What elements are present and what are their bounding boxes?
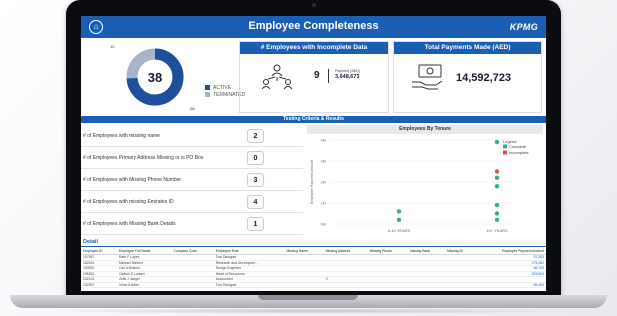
status-donut-chart[interactable]: 38: [115, 45, 195, 109]
table-row[interactable]: 232307 Vince A Adler Tool Designer 56,063: [81, 282, 546, 288]
donut-label-top: 10: [110, 44, 115, 49]
table-cell: 232307: [81, 282, 117, 288]
table-cell: Tool Designer: [213, 282, 285, 288]
dashboard-screen: ⌂ Employee Completeness KPMG 38 10 28 AC…: [81, 16, 546, 291]
legend-swatch-terminated: [205, 92, 210, 98]
detail-table: Employee ID Employee Full Name Company C…: [81, 248, 546, 288]
scatter-point-complete[interactable]: [494, 184, 500, 189]
y-tick-label: 0M: [320, 222, 326, 227]
detail-table-body: 127957 Rafe F Lopez Tool Designer 57,553 182…: [81, 254, 546, 288]
donut-center-value: 38: [148, 70, 162, 85]
kpmg-logo: KPMG: [509, 22, 538, 32]
table-cell: 56,063: [475, 282, 546, 288]
laptop-shadow: [40, 308, 577, 314]
legend-swatch-active: [205, 85, 210, 91]
x-tick-label: 10+ YEARS: [486, 228, 508, 233]
criteria-text: # of Employees with missing name: [83, 133, 160, 139]
scatter-point-complete[interactable]: [494, 139, 500, 145]
x-tick-label: 5-10 YEARS: [388, 228, 411, 233]
laptop-scene: ⌂ Employee Completeness KPMG 38 10 28 AC…: [0, 0, 617, 316]
total-payments-card: Total Payments Made (AED) 14,592,723: [393, 41, 542, 113]
y-axis-label: Employee Payment Amount: [310, 160, 314, 204]
criteria-count-badge: 1: [247, 217, 264, 231]
scatter-point-complete[interactable]: [396, 209, 402, 214]
table-cell: [407, 282, 446, 288]
table-cell: [171, 282, 214, 288]
table-cell: [284, 282, 324, 288]
page-title: Employee Completeness: [248, 20, 379, 32]
criteria-text: # of Employees with Missing Phone Number: [83, 177, 182, 183]
donut-label-bottom: 28: [190, 106, 195, 111]
testing-criteria-band: Testing Criteria & Results: [81, 116, 546, 123]
legend-swatch-incomplete: [503, 150, 507, 155]
criteria-count-badge: 2: [247, 129, 264, 143]
payment-label: Payment (AED): [335, 69, 360, 73]
tenure-chart-panel: Employees By Tenure 4M 3M 2M 1M 0M Employee P…: [307, 125, 543, 237]
payment-value: 3,648,673: [335, 74, 360, 80]
legend-label-incomplete[interactable]: Incomplete: [509, 150, 529, 155]
camera-icon: [312, 3, 316, 7]
scatter-point-complete[interactable]: [396, 217, 402, 222]
dashboard-header: ⌂ Employee Completeness KPMG: [81, 16, 546, 38]
tenure-scatter-chart[interactable]: 4M 3M 2M 1M 0M Employee Payment Amount 5-10 YE…: [307, 134, 543, 237]
criteria-row-missing-bank[interactable]: # of Employees with Missing Bank Details…: [81, 213, 303, 235]
legend-swatch-complete: [503, 144, 507, 149]
total-payments-value: 14,592,723: [456, 72, 512, 84]
criteria-count-badge: 0: [247, 151, 264, 165]
y-tick-label: 1M: [320, 201, 326, 206]
tenure-chart-title: Employees By Tenure: [307, 125, 543, 134]
y-tick-label: 3M: [320, 159, 326, 164]
criteria-text: # of Employees Primary Address Missing o…: [83, 155, 204, 161]
scatter-point-complete[interactable]: [494, 217, 500, 222]
legend-label-active: ACTIVE: [213, 85, 232, 91]
legend-label-complete[interactable]: Complete: [509, 144, 527, 149]
incomplete-data-card: # Employees with Incomplete Data 9 Payme…: [239, 41, 389, 113]
criteria-row-missing-name[interactable]: # of Employees with missing name 2: [81, 125, 303, 147]
table-cell: [367, 282, 408, 288]
criteria-row-missing-phone[interactable]: # of Employees with Missing Phone Number…: [81, 169, 303, 191]
users-network-icon: [261, 64, 293, 90]
table-cell: [323, 282, 368, 288]
criteria-count-badge: 4: [247, 195, 264, 209]
money-hand-icon: [412, 64, 443, 90]
incomplete-card-title: # Employees with Incomplete Data: [240, 42, 388, 54]
incomplete-count: 9: [314, 70, 320, 81]
scatter-point-complete[interactable]: [494, 175, 500, 180]
table-cell: [445, 282, 476, 288]
scatter-point-complete[interactable]: [494, 211, 500, 216]
scatter-point-complete[interactable]: [494, 202, 500, 208]
payments-card-title: Total Payments Made (AED): [394, 42, 541, 54]
y-tick-label: 4M: [320, 138, 326, 143]
scatter-point-incomplete[interactable]: [494, 169, 500, 174]
criteria-count-badge: 3: [247, 173, 264, 187]
y-tick-label: 2M: [320, 180, 326, 185]
detail-divider: [81, 246, 546, 247]
criteria-row-missing-address[interactable]: # of Employees Primary Address Missing o…: [81, 147, 303, 169]
criteria-row-missing-emirates-id[interactable]: # of Employees with missing Emirates ID …: [81, 191, 303, 213]
incomplete-divider: [328, 69, 329, 83]
detail-section-title: Detail: [83, 239, 98, 245]
criteria-text: # of Employees with missing Emirates ID: [83, 199, 174, 205]
criteria-text: # of Employees with Missing Bank Details: [83, 221, 176, 227]
table-cell: Vince A Adler: [116, 282, 172, 288]
laptop-notch: [258, 295, 358, 300]
